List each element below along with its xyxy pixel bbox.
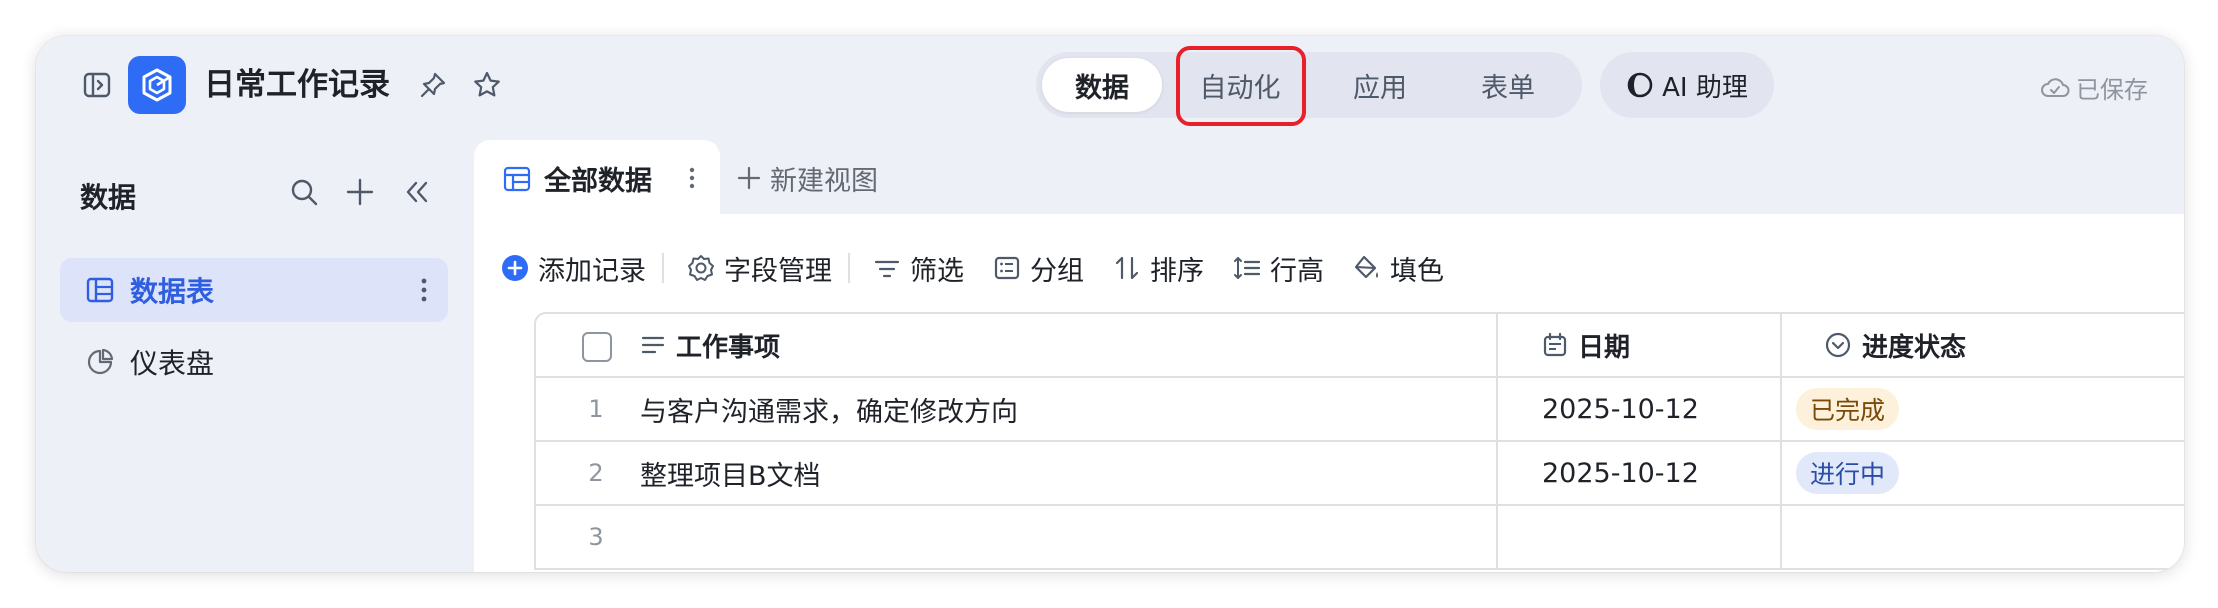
cloud-check-icon [2041, 77, 2070, 97]
single-select-icon [1825, 332, 1851, 358]
add-circle-icon [502, 255, 528, 281]
fill-color-button[interactable]: 填色 [1352, 248, 1444, 288]
cell-task[interactable]: 整理项目B文档 [640, 442, 821, 504]
group-button[interactable]: 分组 [992, 248, 1084, 288]
sidebar-item-dashboard[interactable]: 仪表盘 [60, 330, 448, 394]
new-view-label: 新建视图 [770, 165, 878, 197]
add-record-label: 添加记录 [538, 255, 646, 287]
add-icon[interactable] [342, 174, 378, 210]
row-height-icon [1234, 257, 1261, 279]
app-logo [128, 56, 186, 114]
data-grid: 工作事项 日期 进度状态 1 与客户沟通需求，确定修改方向 2025-10-12… [534, 312, 2184, 570]
row-number: 1 [588, 395, 604, 423]
saved-status: 已保存 [2040, 70, 2148, 105]
sort-icon [1115, 256, 1139, 280]
filter-icon [874, 260, 900, 278]
column-header-date[interactable]: 日期 [1542, 314, 1630, 376]
star-icon[interactable] [468, 66, 506, 104]
app-window: 日常工作记录 数据 自动化 应用 表单 AI 助理 已保存 数据 数据表 仪表盘… [36, 36, 2184, 572]
main-panel: 全部数据 新建视图 添加记录 字段管理 筛选 分组 排序 行高 填色 工作事项 … [474, 140, 2184, 572]
view-more-icon[interactable] [680, 162, 704, 194]
more-options-icon[interactable] [412, 274, 436, 306]
status-badge: 进行中 [1796, 452, 1900, 494]
column-header-status[interactable]: 进度状态 [1824, 314, 1966, 376]
tab-forms[interactable]: 表单 [1448, 58, 1568, 112]
collapse-sidebar-icon[interactable] [398, 174, 434, 210]
gear-icon [688, 255, 714, 281]
dashboard-icon [84, 346, 116, 378]
field-manage-label: 字段管理 [724, 255, 832, 287]
sidebar-title: 数据 [80, 181, 137, 214]
tab-automation[interactable]: 自动化 [1166, 58, 1314, 112]
field-manage-button[interactable]: 字段管理 [686, 248, 832, 288]
sidebar-item-label: 数据表 [130, 275, 215, 308]
new-view-button[interactable]: 新建视图 [736, 160, 878, 197]
filter-button[interactable]: 筛选 [872, 248, 964, 288]
plus-icon [737, 166, 761, 190]
grid-view-icon [502, 164, 532, 194]
text-field-icon [641, 336, 665, 354]
cell-status[interactable]: 已完成 [1796, 378, 1900, 440]
app-title[interactable]: 日常工作记录 [204, 61, 390, 109]
sidebar: 数据 数据表 仪表盘 [36, 136, 476, 572]
saved-status-label: 已保存 [2076, 76, 2148, 104]
group-label: 分组 [1030, 255, 1084, 287]
table-row[interactable]: 1 与客户沟通需求，确定修改方向 2025-10-12 已完成 [536, 378, 2184, 442]
row-number: 2 [588, 459, 604, 487]
row-number: 3 [588, 523, 604, 551]
sort-label: 排序 [1150, 255, 1204, 287]
column-header-label: 日期 [1578, 332, 1631, 363]
column-header-task[interactable]: 工作事项 [640, 314, 780, 376]
table-row[interactable]: 3 [536, 506, 2184, 570]
date-field-icon [1543, 332, 1567, 357]
tab-apps[interactable]: 应用 [1320, 58, 1440, 112]
column-header-label: 进度状态 [1862, 332, 1967, 363]
cell-date[interactable]: 2025-10-12 [1542, 378, 1699, 440]
select-all-checkbox[interactable] [582, 332, 612, 362]
row-height-label: 行高 [1270, 255, 1324, 287]
view-tab-all-data[interactable]: 全部数据 [474, 140, 720, 216]
pin-icon[interactable] [414, 66, 452, 104]
toolbar-divider [848, 253, 850, 283]
paint-bucket-icon [1354, 255, 1378, 279]
ai-icon [1627, 72, 1653, 98]
table-header-row: 工作事项 日期 进度状态 [536, 314, 2184, 378]
tab-data[interactable]: 数据 [1042, 58, 1162, 112]
add-record-button[interactable]: 添加记录 [500, 248, 646, 288]
toolbar-divider [662, 253, 664, 283]
cell-task[interactable]: 与客户沟通需求，确定修改方向 [640, 378, 1018, 440]
header: 日常工作记录 数据 自动化 应用 表单 AI 助理 已保存 [36, 36, 2184, 136]
view-tab-label: 全部数据 [544, 165, 652, 197]
ai-assistant-button[interactable]: AI 助理 [1600, 52, 1774, 118]
table-icon [84, 274, 116, 306]
filter-label: 筛选 [910, 255, 964, 287]
sort-button[interactable]: 排序 [1112, 248, 1204, 288]
sidebar-item-label: 仪表盘 [130, 347, 215, 380]
column-header-label: 工作事项 [676, 332, 781, 363]
sidebar-toggle-icon[interactable] [80, 68, 114, 102]
sidebar-item-datatable[interactable]: 数据表 [60, 258, 448, 322]
row-height-button[interactable]: 行高 [1232, 248, 1324, 288]
cell-status[interactable]: 进行中 [1796, 442, 1900, 504]
table-row[interactable]: 2 整理项目B文档 2025-10-12 进行中 [536, 442, 2184, 506]
toolbar: 添加记录 字段管理 筛选 分组 排序 行高 填色 [500, 240, 1472, 296]
ai-assistant-label: AI 助理 [1662, 72, 1748, 103]
mode-tabs: 数据 自动化 应用 表单 [1036, 52, 1582, 118]
search-icon[interactable] [286, 174, 322, 210]
status-badge: 已完成 [1796, 388, 1900, 430]
fill-color-label: 填色 [1390, 255, 1444, 287]
group-icon [994, 256, 1020, 280]
cell-date[interactable]: 2025-10-12 [1542, 442, 1699, 504]
view-tabs-bar [474, 140, 2184, 214]
